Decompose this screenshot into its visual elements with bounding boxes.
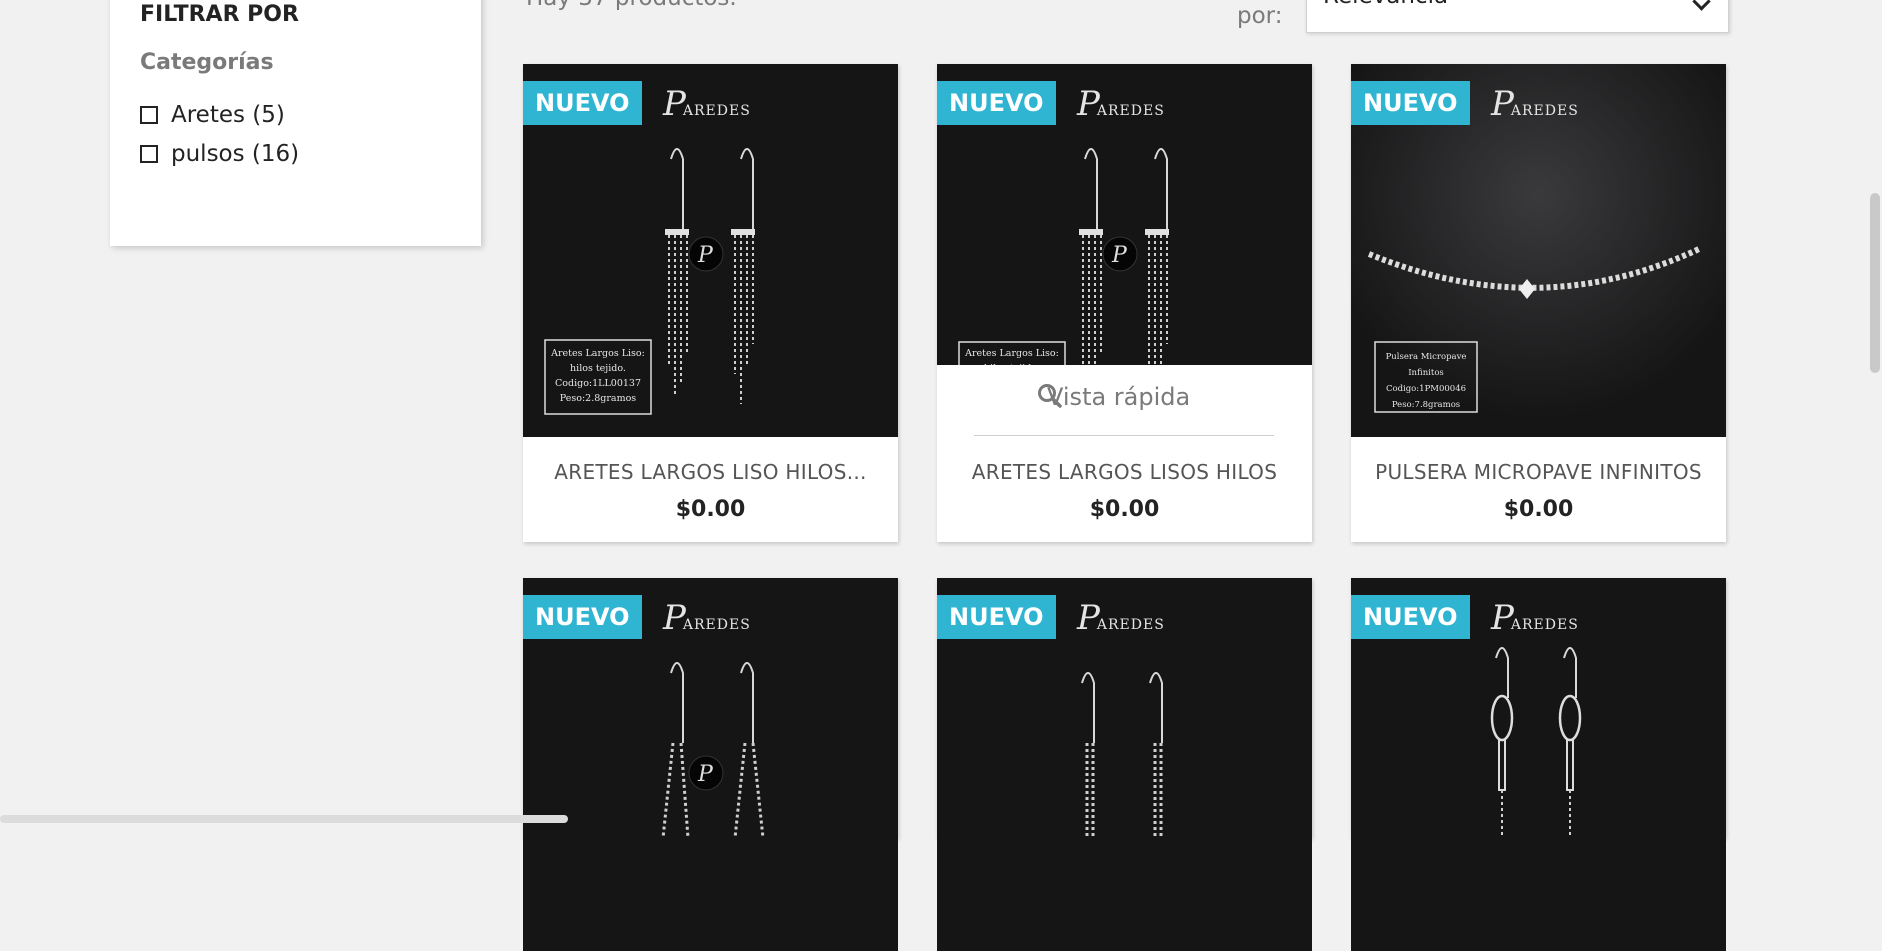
product-card[interactable]: P NUEVO PAREDES bbox=[523, 578, 898, 951]
product-card[interactable]: P NUEVO PAREDES Aretes Largos Liso:hilos… bbox=[937, 64, 1312, 542]
scrollbar-thumb[interactable] bbox=[1870, 193, 1880, 373]
product-card[interactable]: NUEVO PAREDES Pulsera Micropave Infinito… bbox=[1351, 64, 1726, 542]
product-price: $0.00 bbox=[1089, 497, 1160, 522]
product-card[interactable]: NUEVO PAREDES bbox=[1351, 578, 1726, 951]
new-badge: NUEVO bbox=[1351, 595, 1470, 639]
divider bbox=[974, 435, 1274, 436]
product-tag: Aretes Largos Liso: hilos tejido. Codigo:… bbox=[551, 348, 645, 404]
sort-label: por: bbox=[1237, 3, 1283, 29]
svg-text:P: P bbox=[1111, 243, 1128, 268]
category-title: Categorías bbox=[140, 50, 274, 75]
brand-logo: PAREDES bbox=[663, 598, 751, 638]
product-price: $0.00 bbox=[675, 497, 746, 522]
brand-logo: PAREDES bbox=[1077, 84, 1165, 124]
product-image[interactable]: NUEVO PAREDES bbox=[1351, 578, 1726, 951]
product-name[interactable]: ARETES LARGOS LISOS HILOS bbox=[937, 460, 1312, 484]
product-image[interactable]: P NUEVO PAREDES Aretes Largos Liso:hilos… bbox=[937, 64, 1312, 437]
filter-panel: FILTRAR POR Categorías Aretes (5) pulsos… bbox=[110, 0, 481, 246]
new-badge: NUEVO bbox=[523, 595, 642, 639]
sort-select[interactable]: Relevancia bbox=[1306, 0, 1729, 33]
checkbox[interactable] bbox=[140, 106, 158, 124]
product-name[interactable]: ARETES LARGOS LISO HILOS... bbox=[523, 460, 898, 484]
svg-text:P: P bbox=[697, 243, 714, 268]
svg-text:P: P bbox=[697, 762, 714, 787]
product-tag: Pulsera Micropave Infinitos Codigo:1PM000… bbox=[1385, 352, 1467, 410]
facet-pulsos[interactable]: pulsos (16) bbox=[140, 141, 299, 167]
chevron-down-icon bbox=[1692, 0, 1711, 11]
product-card[interactable]: P NUEVO PAREDES Aretes Largos Liso:hilos… bbox=[523, 64, 898, 542]
new-badge: NUEVO bbox=[523, 81, 642, 125]
brand-logo: PAREDES bbox=[663, 84, 751, 124]
product-name[interactable]: PULSERA MICROPAVE INFINITOS bbox=[1351, 460, 1726, 484]
product-count: Hay 37 productos. bbox=[526, 0, 737, 11]
product-image[interactable]: NUEVO PAREDES Pulsera Micropave Infinito… bbox=[1351, 64, 1726, 437]
brand-logo: PAREDES bbox=[1491, 84, 1579, 124]
quick-view-button[interactable]: Vista rápida bbox=[937, 365, 1312, 437]
facet-label: pulsos (16) bbox=[171, 141, 300, 167]
new-badge: NUEVO bbox=[937, 595, 1056, 639]
facet-aretes[interactable]: Aretes (5) bbox=[140, 102, 285, 128]
brand-logo: PAREDES bbox=[1491, 598, 1579, 638]
new-badge: NUEVO bbox=[1351, 81, 1470, 125]
product-card[interactable]: NUEVO PAREDES bbox=[937, 578, 1312, 951]
product-image[interactable]: P NUEVO PAREDES Aretes Largos Liso:hilos… bbox=[523, 64, 898, 437]
quick-view-label: Vista rápida bbox=[1047, 383, 1191, 411]
horizontal-scrollbar[interactable] bbox=[0, 815, 568, 823]
product-image[interactable]: NUEVO PAREDES bbox=[937, 578, 1312, 951]
search-icon bbox=[1038, 384, 1062, 408]
sort-value: Relevancia bbox=[1323, 0, 1448, 9]
checkbox[interactable] bbox=[140, 145, 158, 163]
product-price: $0.00 bbox=[1503, 497, 1574, 522]
facet-label: Aretes (5) bbox=[171, 102, 285, 128]
new-badge: NUEVO bbox=[937, 81, 1056, 125]
vertical-scrollbar[interactable] bbox=[1868, 0, 1882, 823]
brand-logo: PAREDES bbox=[1077, 598, 1165, 638]
product-image[interactable]: P NUEVO PAREDES bbox=[523, 578, 898, 951]
filter-title: FILTRAR POR bbox=[140, 2, 299, 27]
